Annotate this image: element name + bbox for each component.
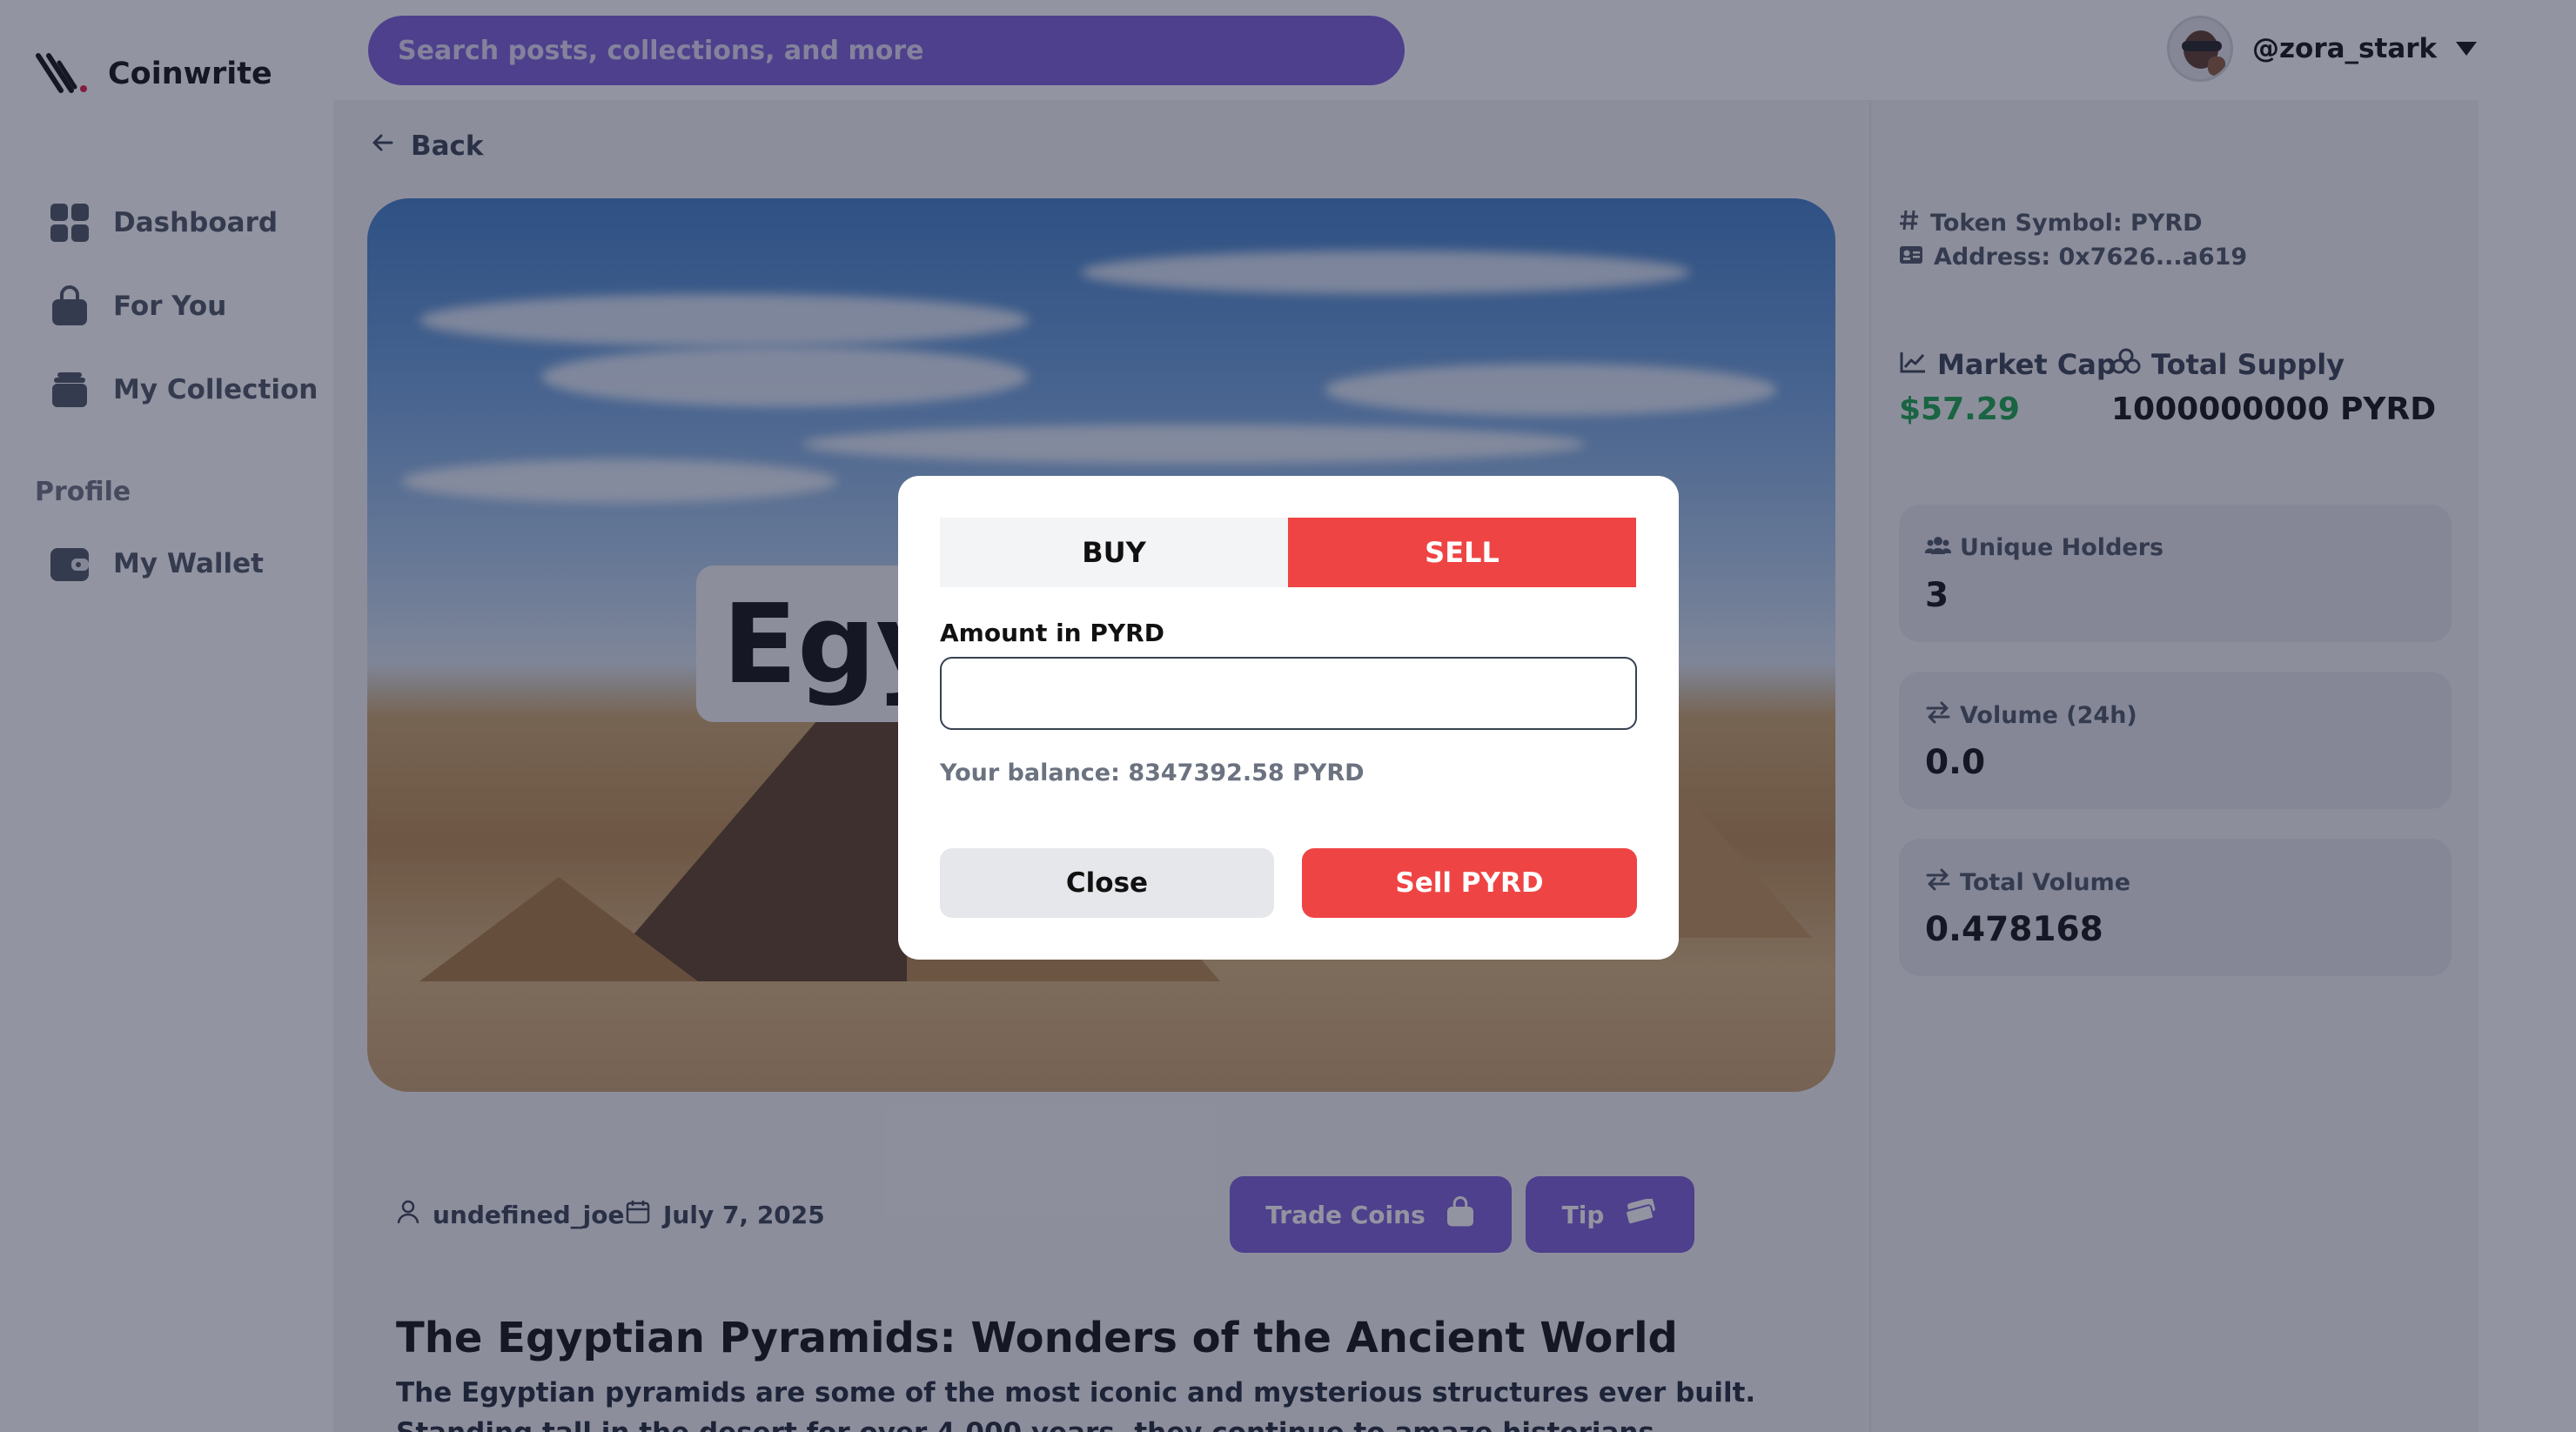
tab-buy[interactable]: BUY bbox=[940, 518, 1288, 587]
close-button[interactable]: Close bbox=[940, 848, 1274, 918]
amount-label: Amount in PYRD bbox=[940, 619, 1164, 647]
amount-input[interactable] bbox=[940, 657, 1637, 730]
sell-pyrd-button[interactable]: Sell PYRD bbox=[1302, 848, 1637, 918]
trade-modal: BUY SELL Amount in PYRD Your balance: 83… bbox=[898, 476, 1679, 960]
tab-sell[interactable]: SELL bbox=[1288, 518, 1636, 587]
balance-text: Your balance: 8347392.58 PYRD bbox=[940, 759, 1365, 786]
